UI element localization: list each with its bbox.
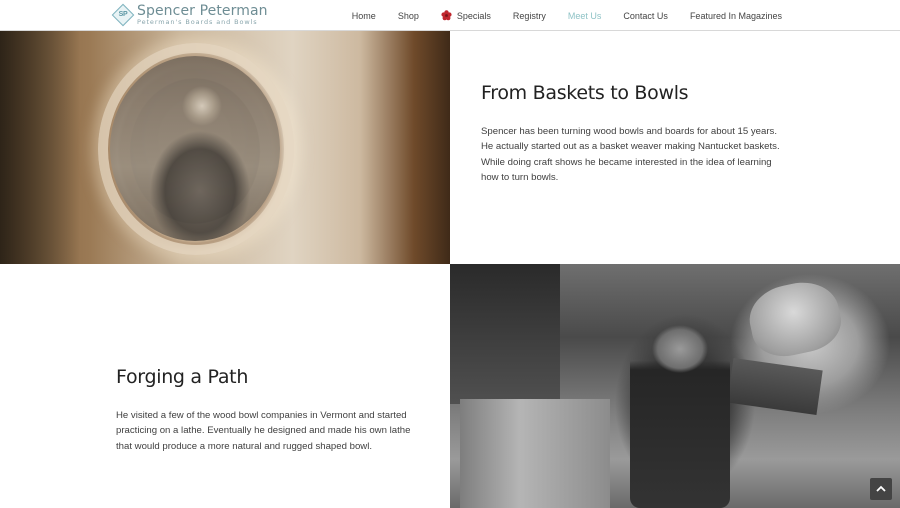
flower-icon (441, 10, 452, 21)
nav-registry[interactable]: Registry (513, 11, 546, 21)
woodworker-chainsaw-photo (450, 264, 900, 508)
site-header: SP Spencer Peterman Peterman's Boards an… (0, 0, 900, 31)
nav-contact-us[interactable]: Contact Us (623, 11, 668, 21)
magnifier-portrait-photo (0, 31, 450, 264)
section-baskets-to-bowls: From Baskets to Bowls Spencer has been t… (481, 82, 791, 186)
site-logo[interactable]: SP Spencer Peterman Peterman's Boards an… (111, 2, 268, 28)
section-body: He visited a few of the wood bowl compan… (116, 410, 411, 452)
nav-shop[interactable]: Shop (398, 11, 419, 21)
brand-name: Spencer Peterman (137, 3, 268, 20)
scroll-to-top-button[interactable] (870, 478, 892, 500)
section-body: Spencer has been turning wood bowls and … (481, 126, 780, 184)
section-forging-a-path: Forging a Path He visited a few of the w… (116, 366, 426, 454)
arrow-up-icon (876, 485, 886, 492)
nav-specials[interactable]: Specials (441, 10, 491, 21)
logo-mark-icon: SP (111, 3, 135, 27)
nav-home[interactable]: Home (352, 11, 376, 21)
section-heading: Forging a Path (116, 366, 249, 388)
section-heading: From Baskets to Bowls (481, 82, 689, 104)
nav-featured-in-magazines[interactable]: Featured In Magazines (690, 11, 782, 21)
brand-tagline: Peterman's Boards and Bowls (137, 18, 258, 27)
nav-meet-us[interactable]: Meet Us (568, 11, 602, 21)
main-nav: Home Shop Specials Registry Meet Us Cont… (352, 0, 782, 31)
